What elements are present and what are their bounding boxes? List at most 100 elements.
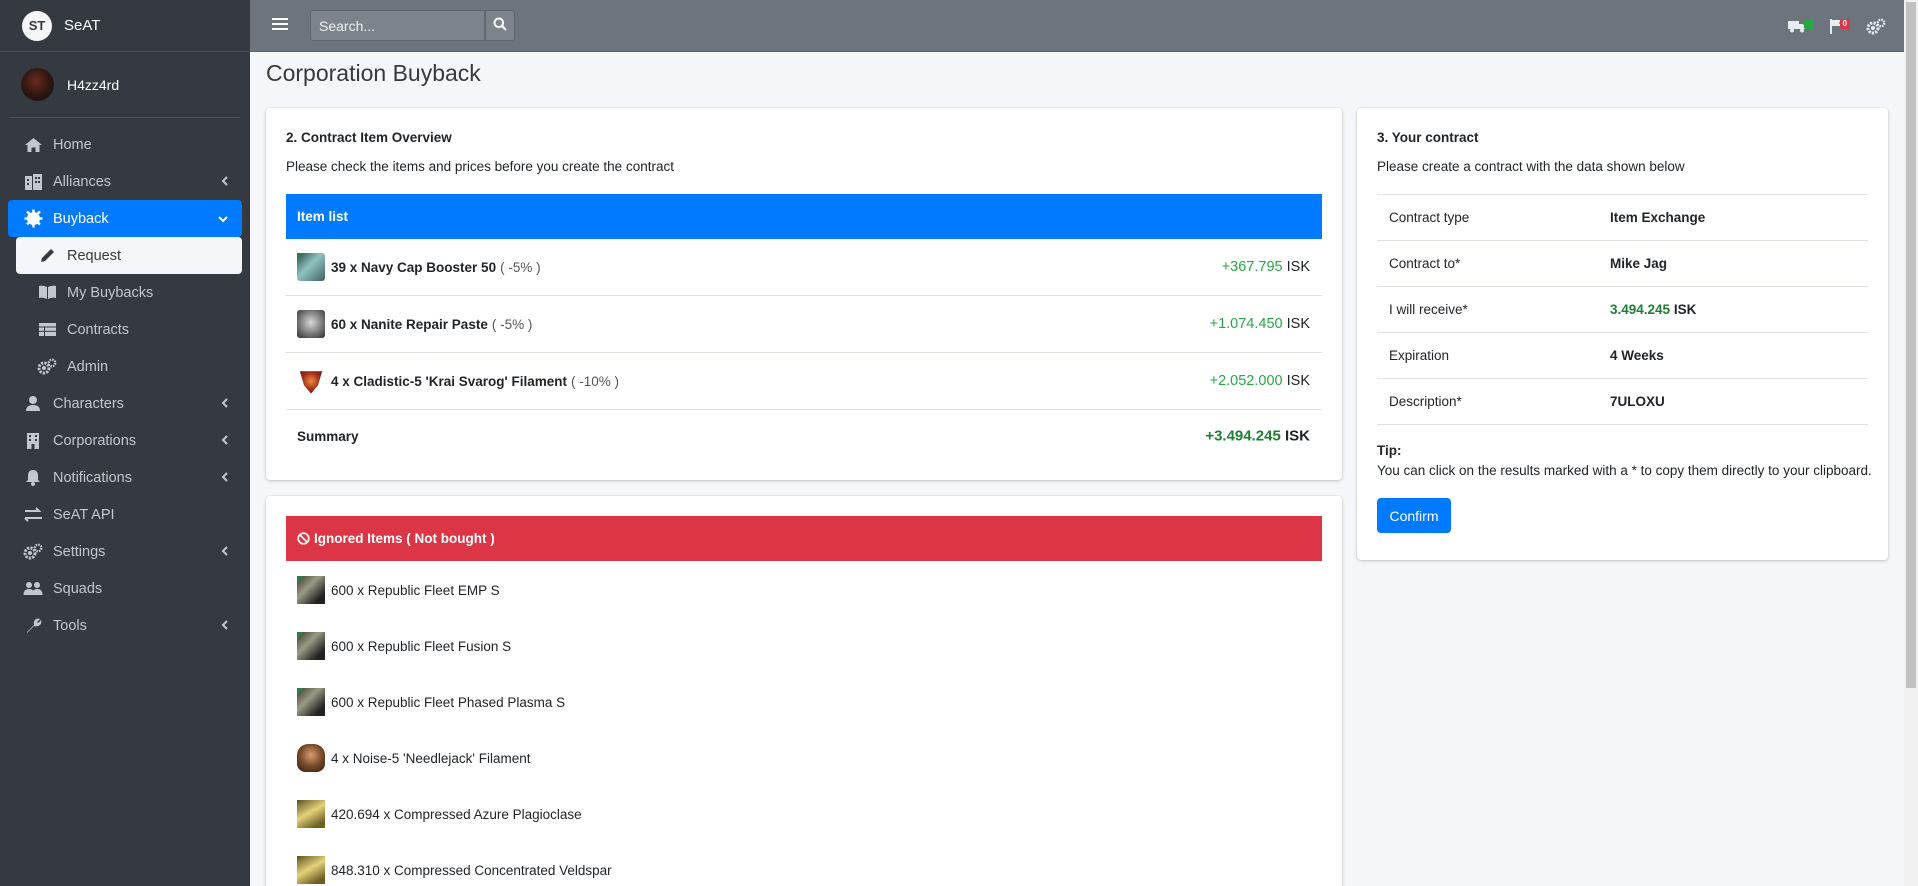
sidebar-subitem-request[interactable]: Request <box>16 237 242 274</box>
sidebar-item-label: Buyback <box>53 210 109 227</box>
search-button[interactable] <box>485 10 515 41</box>
gear-badge-icon <box>22 209 44 229</box>
sidebar-item-home[interactable]: Home <box>8 126 242 163</box>
ban-icon <box>297 532 310 545</box>
sidebar-item-seat-api[interactable]: SeAT API <box>8 496 242 533</box>
tip-text: You can click on the results marked with… <box>1377 463 1872 478</box>
confirm-button[interactable]: Confirm <box>1377 498 1451 533</box>
ignored-items-card: Ignored Items ( Not bought ) 600 x Repub… <box>266 496 1342 886</box>
chevron-left-icon <box>221 618 228 634</box>
sidebar-item-label: Characters <box>53 395 124 412</box>
home-icon <box>22 135 44 155</box>
wrench-icon <box>22 616 44 636</box>
search-icon <box>493 17 507 34</box>
your-contract-card: 3. Your contract Please create a contrac… <box>1357 108 1888 560</box>
summary-price-unit: ISK <box>1280 427 1310 445</box>
avatar <box>21 68 54 101</box>
ignored-item-name: 4 x Noise-5 'Needlejack' Filament <box>331 750 531 766</box>
ignored-items-header: Ignored Items ( Not bought ) <box>286 516 1322 561</box>
sidebar-item-label: SeAT API <box>53 506 115 523</box>
page-scrollbar[interactable] <box>1904 0 1918 886</box>
ammo-icon <box>297 576 325 604</box>
queue-badge: 0 <box>1803 19 1814 29</box>
sidebar-subitem-admin[interactable]: Admin <box>16 348 242 385</box>
description-value[interactable]: 7ULOXU <box>1610 394 1665 409</box>
sidebar-item-label: Admin <box>67 358 109 375</box>
sidebar-item-buyback[interactable]: Buyback <box>8 200 242 237</box>
chevron-left-icon <box>221 396 228 412</box>
cogs-icon[interactable] <box>1866 18 1886 35</box>
contract-row: Contract to* Mike Jag <box>1377 241 1868 287</box>
ignored-item-row: 600 x Republic Fleet EMP S <box>286 562 1322 618</box>
sidebar-item-label: Settings <box>53 543 106 560</box>
book-icon <box>36 283 58 303</box>
item-price-unit: ISK <box>1282 316 1310 332</box>
item-price-value: +367.795 <box>1221 259 1283 275</box>
ignored-item-name: 600 x Republic Fleet EMP S <box>331 582 500 598</box>
brand-name: SeAT <box>64 17 101 34</box>
navy-cap-booster-icon <box>297 253 325 281</box>
exchange-icon <box>22 505 44 525</box>
contract-to-value[interactable]: Mike Jag <box>1610 256 1667 271</box>
item-list-header: Item list <box>286 194 1322 239</box>
sidebar-item-label: My Buybacks <box>67 284 154 301</box>
item-name: 39 x Navy Cap Booster 50 <box>331 259 497 275</box>
user-icon <box>22 394 44 414</box>
search-form <box>310 10 515 41</box>
chevron-down-icon <box>218 211 228 227</box>
item-name: 4 x Cladistic-5 'Krai Svarog' Filament <box>331 373 567 389</box>
ignored-item-name: 600 x Republic Fleet Phased Plasma S <box>331 694 566 710</box>
cogs-icon <box>22 542 44 562</box>
menu-toggle-icon[interactable] <box>272 17 290 34</box>
item-percent: ( -5% ) <box>500 259 541 275</box>
receive-value[interactable]: 3.494.245 ISK <box>1610 302 1696 317</box>
ignored-item-name: 848.310 x Compressed Concentrated Veldsp… <box>331 862 612 878</box>
tip-heading: Tip: <box>1377 443 1402 458</box>
sidebar-item-tools[interactable]: Tools <box>8 607 242 644</box>
contract-item-overview-card: 2. Contract Item Overview Please check t… <box>266 108 1342 480</box>
card-subtitle: Please check the items and prices before… <box>286 159 674 174</box>
ignored-item-name: 600 x Republic Fleet Fusion S <box>331 638 512 654</box>
nanite-repair-paste-icon <box>297 310 325 338</box>
queue-truck-icon[interactable]: 0 <box>1788 19 1814 33</box>
contract-key: I will receive* <box>1389 302 1468 317</box>
ignored-item-row: 600 x Republic Fleet Phased Plasma S <box>286 674 1322 730</box>
ignored-item-row: 420.694 x Compressed Azure Plagioclase <box>286 786 1322 842</box>
user-panel[interactable]: H4zz4rd <box>10 52 240 118</box>
ignored-item-row: 600 x Republic Fleet Fusion S <box>286 618 1322 674</box>
sidebar-item-squads[interactable]: Squads <box>8 570 242 607</box>
top-navbar: 0 0 <box>250 0 1904 52</box>
sidebar-item-alliances[interactable]: Alliances <box>8 163 242 200</box>
sidebar-subitem-contracts[interactable]: Contracts <box>16 311 242 348</box>
sidebar: ST SeAT H4zz4rd Home Alliances Buyback R… <box>0 0 250 886</box>
item-price: +367.795 ISK <box>1222 259 1310 275</box>
ammo-icon <box>297 632 325 660</box>
contract-value: 4 Weeks <box>1610 348 1664 363</box>
search-input[interactable] <box>310 10 485 41</box>
buyback-submenu: Request My Buybacks Contracts Admin <box>8 237 242 385</box>
item-row: 39 x Navy Cap Booster 50 ( -5% ) +367.79… <box>286 239 1322 296</box>
contract-key: Description* <box>1389 394 1462 409</box>
chevron-left-icon <box>221 174 228 190</box>
sidebar-item-corporations[interactable]: Corporations <box>8 422 242 459</box>
brand-link[interactable]: ST SeAT <box>0 0 250 52</box>
page-title: Corporation Buyback <box>266 60 481 86</box>
chevron-left-icon <box>221 544 228 560</box>
item-name: 60 x Nanite Repair Paste <box>331 316 488 332</box>
contract-key: Contract to* <box>1389 256 1461 271</box>
sidebar-item-settings[interactable]: Settings <box>8 533 242 570</box>
sidebar-item-notifications[interactable]: Notifications <box>8 459 242 496</box>
user-name: H4zz4rd <box>67 76 120 93</box>
scrollbar-thumb[interactable] <box>1906 2 1916 688</box>
users-icon <box>22 579 44 599</box>
summary-price: +3.494.245 ISK <box>1205 428 1310 445</box>
error-flag-icon[interactable]: 0 <box>1830 18 1850 34</box>
sidebar-item-characters[interactable]: Characters <box>8 385 242 422</box>
item-percent: ( -10% ) <box>571 373 620 389</box>
sidebar-subitem-my-buybacks[interactable]: My Buybacks <box>16 274 242 311</box>
corporation-icon <box>22 431 44 451</box>
receive-unit: ISK <box>1670 302 1697 317</box>
top-icons: 0 0 <box>1788 0 1886 52</box>
ore-icon <box>297 800 325 828</box>
item-percent: ( -5% ) <box>491 316 533 332</box>
